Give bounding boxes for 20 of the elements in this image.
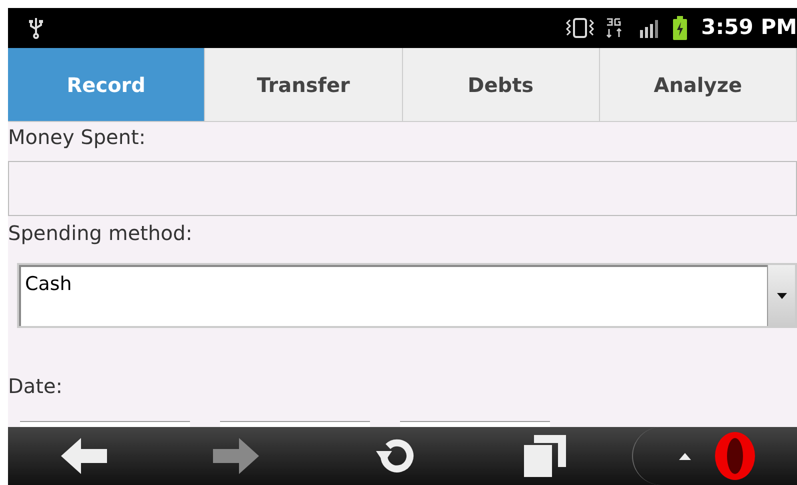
vibrate-icon: [565, 17, 596, 39]
tab[interactable]: Transfer: [205, 48, 402, 121]
date-field[interactable]: [400, 421, 550, 427]
battery-charging-icon: [673, 16, 688, 40]
field-label: Date:: [8, 373, 64, 400]
date-field[interactable]: [20, 421, 190, 427]
input-field[interactable]: [8, 161, 797, 216]
clock-time: 3:59 PM: [701, 14, 797, 42]
date-field[interactable]: [220, 421, 370, 427]
caret-up-icon: [679, 452, 691, 460]
field-label: Spending method:: [8, 220, 194, 248]
usb-icon: [28, 17, 44, 39]
back-arrow-icon[interactable]: [61, 438, 107, 474]
caret-down-icon: [776, 292, 786, 299]
field-label: Money Spent:: [8, 124, 147, 151]
tab[interactable]: Analyze: [600, 48, 797, 121]
tab[interactable]: Debts: [402, 48, 600, 121]
forward-arrow-icon[interactable]: [213, 438, 259, 474]
dropdown-arrow-button[interactable]: [767, 265, 795, 326]
tabs-icon[interactable]: [524, 435, 566, 477]
